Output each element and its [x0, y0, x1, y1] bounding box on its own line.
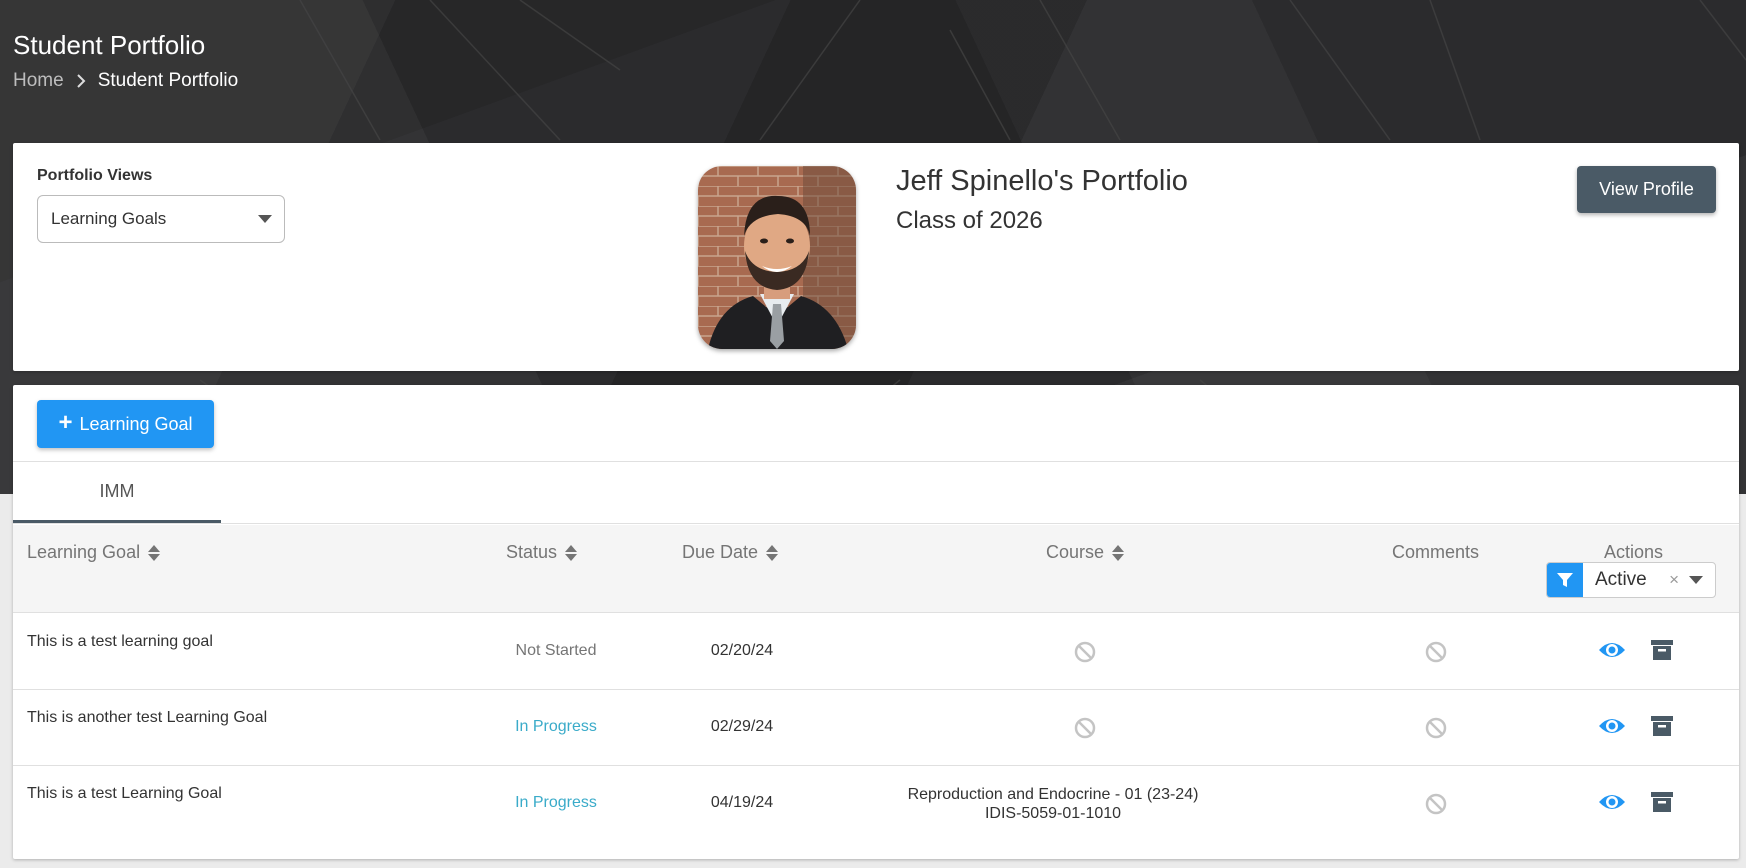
table-row[interactable]: This is another test Learning Goal In Pr… — [13, 690, 1739, 766]
caret-down-icon — [258, 215, 272, 223]
sort-icon[interactable] — [148, 544, 161, 561]
sort-icon[interactable] — [565, 544, 578, 561]
column-header-label: Course — [1046, 542, 1105, 562]
column-header-label: Learning Goal — [27, 542, 141, 562]
add-learning-goal-button[interactable]: + Learning Goal — [37, 400, 214, 448]
due-date-cell: 02/20/24 — [710, 642, 774, 659]
table-row[interactable]: This is a test learning goal Not Started… — [13, 614, 1739, 690]
column-header-due-date[interactable]: Due Date — [682, 542, 779, 563]
plus-icon: + — [58, 409, 73, 436]
add-learning-goal-label: Learning Goal — [79, 413, 193, 434]
page-title: Student Portfolio — [13, 30, 206, 60]
table-row[interactable]: This is a test Learning Goal In Progress… — [13, 766, 1739, 842]
status-filter-value: Active — [1595, 569, 1647, 590]
sort-icon[interactable] — [766, 544, 779, 561]
status-filter-select[interactable]: Active × — [1546, 562, 1716, 598]
view-profile-button[interactable]: View Profile — [1577, 166, 1716, 213]
column-header-comments: Comments — [1392, 542, 1479, 563]
learning-goals-card: + Learning Goal IMM Learning Goal Status… — [13, 385, 1739, 859]
divider — [13, 523, 1739, 524]
column-header-label: Actions — [1604, 542, 1664, 562]
chevron-right-icon — [74, 72, 88, 90]
column-header-status[interactable]: Status — [506, 542, 578, 563]
breadcrumb: Home Student Portfolio — [13, 70, 238, 92]
portfolio-views-select[interactable]: Learning Goals — [37, 195, 285, 243]
student-class: Class of 2026 — [896, 207, 1043, 234]
course-cell: Reproduction and Endocrine - 01 (23-24) … — [833, 785, 1273, 823]
column-header-actions: Actions — [1604, 542, 1663, 563]
due-date-cell: 02/29/24 — [710, 718, 774, 735]
column-header-course[interactable]: Course — [1046, 542, 1125, 563]
due-date-cell: 04/19/24 — [710, 794, 774, 811]
archive-icon[interactable] — [1650, 638, 1674, 667]
tab-imm[interactable]: IMM — [13, 462, 221, 523]
eye-icon[interactable] — [1598, 791, 1626, 818]
column-header-label: Comments — [1392, 542, 1480, 562]
student-name: Jeff Spinello's Portfolio — [896, 165, 1188, 197]
breadcrumb-current: Student Portfolio — [97, 70, 239, 91]
ban-icon — [1425, 641, 1447, 668]
breadcrumb-home-link[interactable]: Home — [13, 70, 64, 92]
ban-icon — [1425, 717, 1447, 744]
ban-icon — [1425, 793, 1447, 820]
portfolio-views-label: Portfolio Views — [37, 167, 153, 184]
portfolio-views-value: Learning Goals — [51, 209, 167, 228]
filter-icon[interactable] — [1547, 563, 1583, 597]
column-header-label: Due Date — [682, 542, 759, 562]
archive-icon[interactable] — [1650, 714, 1674, 743]
learning-goal-cell: This is a test Learning Goal — [27, 785, 222, 802]
column-header-label: Status — [506, 542, 558, 562]
column-header-learning-goal[interactable]: Learning Goal — [27, 542, 161, 563]
course-name: Reproduction and Endocrine - 01 (23-24) — [907, 786, 1199, 803]
eye-icon[interactable] — [1598, 639, 1626, 666]
clear-icon[interactable]: × — [1669, 570, 1679, 590]
divider — [13, 461, 1739, 462]
archive-icon[interactable] — [1650, 790, 1674, 819]
ban-icon — [1074, 717, 1096, 744]
avatar — [698, 166, 856, 349]
ban-icon — [1074, 641, 1096, 668]
table-header: Learning Goal Status Due Date Course Com… — [13, 525, 1739, 613]
learning-goal-cell: This is a test learning goal — [27, 633, 213, 650]
course-code: IDIS-5059-01-1010 — [984, 805, 1122, 822]
portfolio-header-card: Portfolio Views Learning Goals Jeff Spin… — [13, 143, 1739, 371]
eye-icon[interactable] — [1598, 715, 1626, 742]
learning-goal-cell: This is another test Learning Goal — [27, 709, 268, 726]
caret-down-icon[interactable] — [1689, 576, 1703, 584]
sort-icon[interactable] — [1112, 544, 1125, 561]
